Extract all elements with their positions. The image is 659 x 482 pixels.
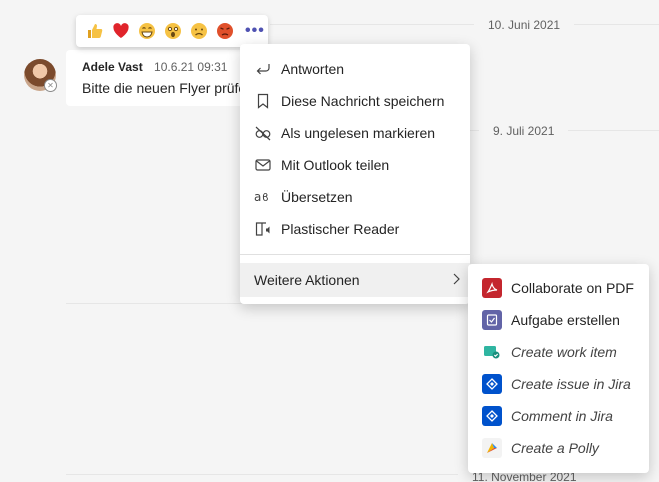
submenu-item-create-jira-issue[interactable]: Create issue in Jira xyxy=(468,368,649,400)
submenu-item-create-work-item[interactable]: Create work item xyxy=(468,336,649,368)
angry-reaction-icon[interactable] xyxy=(215,21,235,41)
submenu-item-create-task[interactable]: Aufgabe erstellen xyxy=(468,304,649,336)
menu-item-label: Weitere Aktionen xyxy=(254,272,360,288)
mail-icon xyxy=(254,156,272,174)
translate-icon: aϐ xyxy=(254,188,272,206)
devops-icon xyxy=(482,342,502,362)
divider-top xyxy=(270,24,659,25)
polly-icon xyxy=(482,438,502,458)
submenu-item-label: Comment in Jira xyxy=(511,408,613,424)
svg-text:a: a xyxy=(254,190,261,204)
submenu-item-label: Create issue in Jira xyxy=(511,376,631,392)
bookmark-icon xyxy=(254,92,272,110)
laugh-reaction-icon[interactable] xyxy=(137,21,157,41)
like-reaction-icon[interactable] xyxy=(85,21,105,41)
menu-item-immersive-reader[interactable]: Plastischer Reader xyxy=(240,213,470,245)
menu-item-more-actions[interactable]: Weitere Aktionen xyxy=(240,263,470,297)
menu-item-label: Übersetzen xyxy=(281,189,353,205)
heart-reaction-icon[interactable] xyxy=(111,21,131,41)
submenu-item-collaborate-pdf[interactable]: Collaborate on PDF xyxy=(468,272,649,304)
more-options-icon[interactable]: ••• xyxy=(245,22,265,40)
immersive-reader-icon xyxy=(254,220,272,238)
task-icon xyxy=(482,310,502,330)
menu-item-label: Antworten xyxy=(281,61,345,77)
message-timestamp: 10.6.21 09:31 xyxy=(154,60,228,74)
menu-item-mark-unread[interactable]: Als ungelesen markieren xyxy=(240,117,470,149)
menu-separator xyxy=(240,254,470,255)
submenu-item-label: Create a Polly xyxy=(511,440,599,456)
surprised-reaction-icon[interactable] xyxy=(163,21,183,41)
menu-item-label: Diese Nachricht speichern xyxy=(281,93,445,109)
divider-bottom xyxy=(66,474,468,475)
more-actions-submenu: Collaborate on PDF Aufgabe erstellen Cre… xyxy=(468,264,649,473)
menu-item-label: Mit Outlook teilen xyxy=(281,157,390,173)
unread-icon xyxy=(254,124,272,142)
pdf-icon xyxy=(482,278,502,298)
message-text: Bitte die neuen Flyer prüfen xyxy=(82,80,254,96)
chat-message[interactable]: Adele Vast 10.6.21 09:31 Bitte die neuen… xyxy=(66,50,266,106)
submenu-item-label: Collaborate on PDF xyxy=(511,280,634,296)
date-separator: 10. Juni 2021 xyxy=(474,18,575,32)
jira-icon xyxy=(482,406,502,426)
presence-offline-icon: ✕ xyxy=(44,79,57,92)
svg-text:ϐ: ϐ xyxy=(262,191,269,204)
menu-item-reply[interactable]: Antworten xyxy=(240,53,470,85)
context-menu: Antworten Diese Nachricht speichern Als … xyxy=(240,44,470,304)
menu-item-label: Als ungelesen markieren xyxy=(281,125,436,141)
submenu-item-comment-jira[interactable]: Comment in Jira xyxy=(468,400,649,432)
menu-item-share-outlook[interactable]: Mit Outlook teilen xyxy=(240,149,470,181)
menu-item-save-message[interactable]: Diese Nachricht speichern xyxy=(240,85,470,117)
date-separator: 9. Juli 2021 xyxy=(479,124,569,138)
jira-icon xyxy=(482,374,502,394)
message-author: Adele Vast xyxy=(82,60,143,74)
sad-reaction-icon[interactable] xyxy=(189,21,209,41)
menu-item-label: Plastischer Reader xyxy=(281,221,400,237)
submenu-item-create-polly[interactable]: Create a Polly xyxy=(468,432,649,464)
submenu-item-label: Aufgabe erstellen xyxy=(511,312,620,328)
submenu-item-label: Create work item xyxy=(511,344,617,360)
reply-icon xyxy=(254,60,272,78)
chevron-right-icon xyxy=(450,272,462,289)
menu-item-translate[interactable]: aϐ Übersetzen xyxy=(240,181,470,213)
reaction-bar: ••• xyxy=(76,15,268,47)
